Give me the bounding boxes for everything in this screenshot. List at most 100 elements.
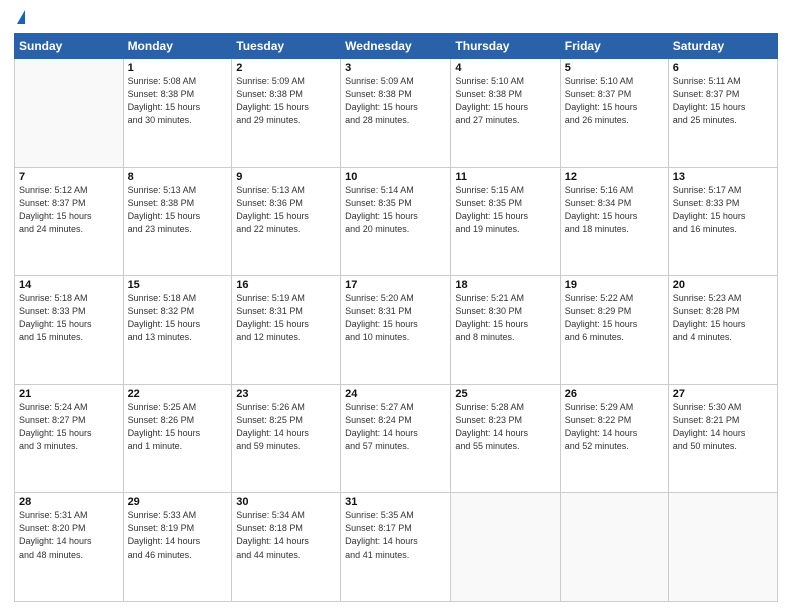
day-info: Sunrise: 5:29 AM Sunset: 8:22 PM Dayligh…: [565, 401, 664, 453]
calendar-cell: 23Sunrise: 5:26 AM Sunset: 8:25 PM Dayli…: [232, 384, 341, 493]
day-number: 20: [673, 279, 773, 291]
day-number: 23: [236, 388, 336, 400]
calendar-cell: 3Sunrise: 5:09 AM Sunset: 8:38 PM Daylig…: [341, 59, 451, 168]
calendar-cell: 26Sunrise: 5:29 AM Sunset: 8:22 PM Dayli…: [560, 384, 668, 493]
day-info: Sunrise: 5:26 AM Sunset: 8:25 PM Dayligh…: [236, 401, 336, 453]
day-info: Sunrise: 5:15 AM Sunset: 8:35 PM Dayligh…: [455, 184, 555, 236]
day-info: Sunrise: 5:27 AM Sunset: 8:24 PM Dayligh…: [345, 401, 446, 453]
calendar-cell: 12Sunrise: 5:16 AM Sunset: 8:34 PM Dayli…: [560, 167, 668, 276]
calendar-cell: [560, 493, 668, 602]
day-info: Sunrise: 5:11 AM Sunset: 8:37 PM Dayligh…: [673, 75, 773, 127]
day-info: Sunrise: 5:13 AM Sunset: 8:38 PM Dayligh…: [128, 184, 228, 236]
day-number: 5: [565, 62, 664, 74]
day-info: Sunrise: 5:33 AM Sunset: 8:19 PM Dayligh…: [128, 509, 228, 561]
day-info: Sunrise: 5:22 AM Sunset: 8:29 PM Dayligh…: [565, 292, 664, 344]
calendar-cell: 30Sunrise: 5:34 AM Sunset: 8:18 PM Dayli…: [232, 493, 341, 602]
calendar-cell: 31Sunrise: 5:35 AM Sunset: 8:17 PM Dayli…: [341, 493, 451, 602]
calendar-cell: [451, 493, 560, 602]
calendar-cell: 6Sunrise: 5:11 AM Sunset: 8:37 PM Daylig…: [668, 59, 777, 168]
day-number: 21: [19, 388, 119, 400]
day-number: 31: [345, 496, 446, 508]
logo: [14, 10, 25, 27]
day-number: 4: [455, 62, 555, 74]
day-number: 27: [673, 388, 773, 400]
calendar-cell: 11Sunrise: 5:15 AM Sunset: 8:35 PM Dayli…: [451, 167, 560, 276]
day-number: 26: [565, 388, 664, 400]
day-number: 6: [673, 62, 773, 74]
calendar-weekday-friday: Friday: [560, 34, 668, 59]
day-info: Sunrise: 5:09 AM Sunset: 8:38 PM Dayligh…: [236, 75, 336, 127]
day-number: 14: [19, 279, 119, 291]
calendar-cell: 9Sunrise: 5:13 AM Sunset: 8:36 PM Daylig…: [232, 167, 341, 276]
day-info: Sunrise: 5:13 AM Sunset: 8:36 PM Dayligh…: [236, 184, 336, 236]
calendar-cell: 2Sunrise: 5:09 AM Sunset: 8:38 PM Daylig…: [232, 59, 341, 168]
calendar-cell: 1Sunrise: 5:08 AM Sunset: 8:38 PM Daylig…: [123, 59, 232, 168]
day-info: Sunrise: 5:28 AM Sunset: 8:23 PM Dayligh…: [455, 401, 555, 453]
calendar-cell: [15, 59, 124, 168]
calendar-week-row: 7Sunrise: 5:12 AM Sunset: 8:37 PM Daylig…: [15, 167, 778, 276]
calendar-cell: 29Sunrise: 5:33 AM Sunset: 8:19 PM Dayli…: [123, 493, 232, 602]
day-info: Sunrise: 5:31 AM Sunset: 8:20 PM Dayligh…: [19, 509, 119, 561]
calendar-table: SundayMondayTuesdayWednesdayThursdayFrid…: [14, 33, 778, 602]
day-info: Sunrise: 5:14 AM Sunset: 8:35 PM Dayligh…: [345, 184, 446, 236]
day-number: 11: [455, 171, 555, 183]
day-info: Sunrise: 5:25 AM Sunset: 8:26 PM Dayligh…: [128, 401, 228, 453]
day-number: 10: [345, 171, 446, 183]
day-number: 30: [236, 496, 336, 508]
calendar-weekday-monday: Monday: [123, 34, 232, 59]
day-number: 25: [455, 388, 555, 400]
calendar-weekday-thursday: Thursday: [451, 34, 560, 59]
day-info: Sunrise: 5:09 AM Sunset: 8:38 PM Dayligh…: [345, 75, 446, 127]
calendar-week-row: 1Sunrise: 5:08 AM Sunset: 8:38 PM Daylig…: [15, 59, 778, 168]
calendar-cell: 27Sunrise: 5:30 AM Sunset: 8:21 PM Dayli…: [668, 384, 777, 493]
calendar-cell: 24Sunrise: 5:27 AM Sunset: 8:24 PM Dayli…: [341, 384, 451, 493]
calendar-cell: 5Sunrise: 5:10 AM Sunset: 8:37 PM Daylig…: [560, 59, 668, 168]
day-number: 24: [345, 388, 446, 400]
calendar-weekday-sunday: Sunday: [15, 34, 124, 59]
day-number: 15: [128, 279, 228, 291]
day-number: 1: [128, 62, 228, 74]
day-number: 13: [673, 171, 773, 183]
day-number: 9: [236, 171, 336, 183]
day-info: Sunrise: 5:21 AM Sunset: 8:30 PM Dayligh…: [455, 292, 555, 344]
day-number: 3: [345, 62, 446, 74]
day-info: Sunrise: 5:10 AM Sunset: 8:38 PM Dayligh…: [455, 75, 555, 127]
calendar-cell: 13Sunrise: 5:17 AM Sunset: 8:33 PM Dayli…: [668, 167, 777, 276]
day-number: 28: [19, 496, 119, 508]
calendar-header-row: SundayMondayTuesdayWednesdayThursdayFrid…: [15, 34, 778, 59]
day-number: 17: [345, 279, 446, 291]
calendar-cell: 10Sunrise: 5:14 AM Sunset: 8:35 PM Dayli…: [341, 167, 451, 276]
day-info: Sunrise: 5:10 AM Sunset: 8:37 PM Dayligh…: [565, 75, 664, 127]
page: SundayMondayTuesdayWednesdayThursdayFrid…: [0, 0, 792, 612]
calendar-cell: 15Sunrise: 5:18 AM Sunset: 8:32 PM Dayli…: [123, 276, 232, 385]
day-number: 29: [128, 496, 228, 508]
header: [14, 10, 778, 27]
calendar-cell: 28Sunrise: 5:31 AM Sunset: 8:20 PM Dayli…: [15, 493, 124, 602]
calendar-weekday-wednesday: Wednesday: [341, 34, 451, 59]
day-number: 12: [565, 171, 664, 183]
day-info: Sunrise: 5:18 AM Sunset: 8:32 PM Dayligh…: [128, 292, 228, 344]
day-info: Sunrise: 5:19 AM Sunset: 8:31 PM Dayligh…: [236, 292, 336, 344]
day-info: Sunrise: 5:34 AM Sunset: 8:18 PM Dayligh…: [236, 509, 336, 561]
calendar-cell: 25Sunrise: 5:28 AM Sunset: 8:23 PM Dayli…: [451, 384, 560, 493]
calendar-cell: 20Sunrise: 5:23 AM Sunset: 8:28 PM Dayli…: [668, 276, 777, 385]
calendar-cell: 18Sunrise: 5:21 AM Sunset: 8:30 PM Dayli…: [451, 276, 560, 385]
calendar-cell: 21Sunrise: 5:24 AM Sunset: 8:27 PM Dayli…: [15, 384, 124, 493]
day-number: 22: [128, 388, 228, 400]
day-number: 8: [128, 171, 228, 183]
day-info: Sunrise: 5:12 AM Sunset: 8:37 PM Dayligh…: [19, 184, 119, 236]
day-info: Sunrise: 5:08 AM Sunset: 8:38 PM Dayligh…: [128, 75, 228, 127]
day-info: Sunrise: 5:24 AM Sunset: 8:27 PM Dayligh…: [19, 401, 119, 453]
day-info: Sunrise: 5:35 AM Sunset: 8:17 PM Dayligh…: [345, 509, 446, 561]
day-info: Sunrise: 5:30 AM Sunset: 8:21 PM Dayligh…: [673, 401, 773, 453]
day-number: 2: [236, 62, 336, 74]
calendar-cell: 19Sunrise: 5:22 AM Sunset: 8:29 PM Dayli…: [560, 276, 668, 385]
calendar-cell: 14Sunrise: 5:18 AM Sunset: 8:33 PM Dayli…: [15, 276, 124, 385]
calendar-cell: 17Sunrise: 5:20 AM Sunset: 8:31 PM Dayli…: [341, 276, 451, 385]
calendar-weekday-saturday: Saturday: [668, 34, 777, 59]
calendar-cell: 22Sunrise: 5:25 AM Sunset: 8:26 PM Dayli…: [123, 384, 232, 493]
day-info: Sunrise: 5:17 AM Sunset: 8:33 PM Dayligh…: [673, 184, 773, 236]
logo-triangle-icon: [17, 10, 25, 24]
calendar-week-row: 21Sunrise: 5:24 AM Sunset: 8:27 PM Dayli…: [15, 384, 778, 493]
calendar-cell: 7Sunrise: 5:12 AM Sunset: 8:37 PM Daylig…: [15, 167, 124, 276]
